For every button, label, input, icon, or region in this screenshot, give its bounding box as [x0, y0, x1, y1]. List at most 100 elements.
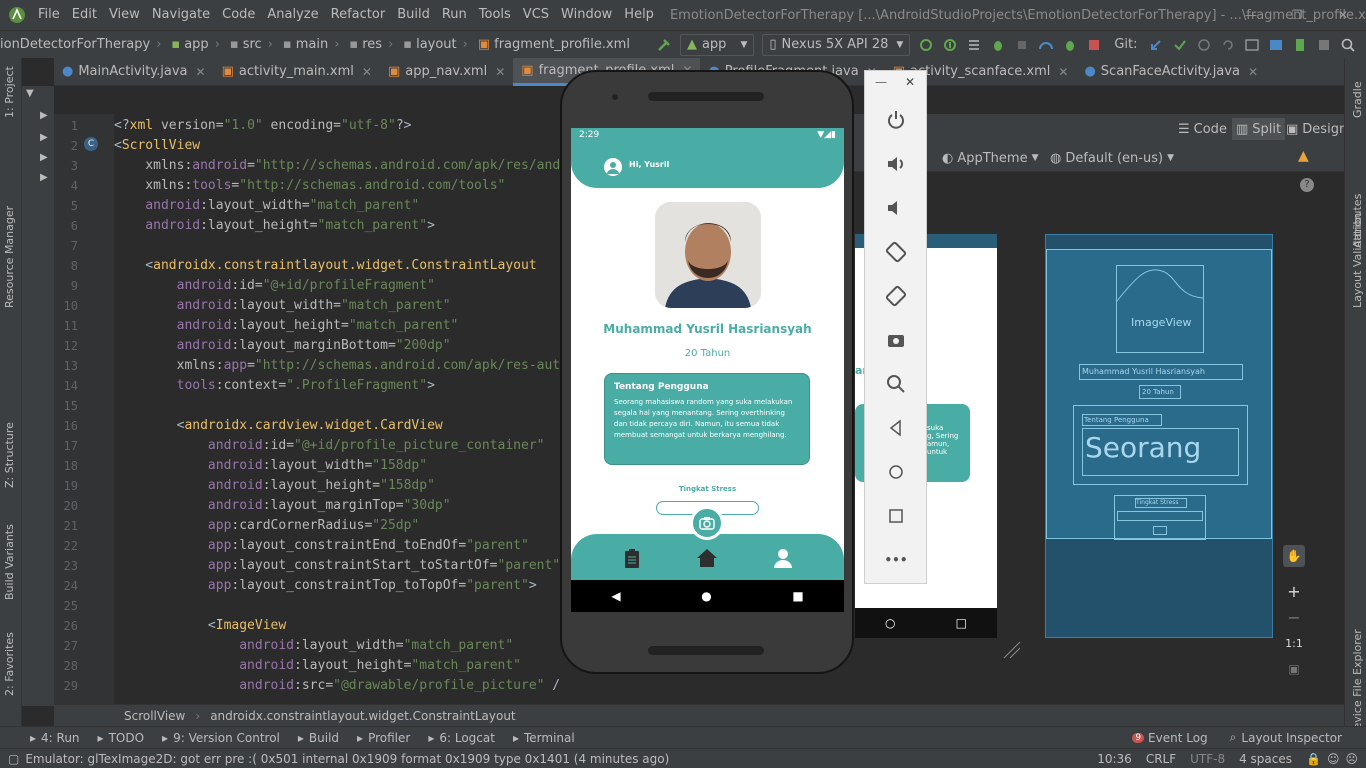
- code-line[interactable]: <?xml version="1.0" encoding="utf-8"?>: [114, 116, 411, 136]
- menu-file[interactable]: File: [32, 0, 66, 30]
- code-line[interactable]: <ScrollView: [114, 136, 200, 156]
- code-line[interactable]: tools:context=".ProfileFragment">: [114, 376, 435, 396]
- indent-setting[interactable]: 4 spaces: [1239, 752, 1292, 766]
- volume-down-icon[interactable]: [881, 193, 911, 223]
- close-window-icon[interactable]: ✕: [1320, 0, 1366, 30]
- code-line[interactable]: xmlns:tools="http://schemas.android.com/…: [114, 176, 505, 196]
- code-line[interactable]: android:layout_height="match_parent": [114, 656, 521, 676]
- sdk-manager-icon[interactable]: [1265, 34, 1287, 56]
- layout-validation-tool-label[interactable]: Layout Validation: [1351, 213, 1364, 308]
- breadcrumb-module[interactable]: ▪ app ›: [171, 37, 226, 52]
- sync-icon[interactable]: [963, 34, 985, 56]
- power-icon[interactable]: [881, 105, 911, 135]
- menu-run[interactable]: Run: [436, 0, 473, 30]
- locale-select[interactable]: ◍ Default (en-us) ▼: [1050, 148, 1174, 168]
- attach-icon[interactable]: [1059, 34, 1081, 56]
- git-revert-icon[interactable]: [1217, 34, 1239, 56]
- code-line[interactable]: android:id="@+id/profileFragment": [114, 276, 435, 296]
- volume-up-icon[interactable]: [881, 149, 911, 179]
- tool-window-build[interactable]: ▸ Build: [298, 731, 339, 745]
- zoom-out-icon[interactable]: −: [1283, 606, 1305, 628]
- breadcrumb-res[interactable]: ▪ res ›: [349, 37, 399, 52]
- menu-refactor[interactable]: Refactor: [325, 0, 392, 30]
- split-mode-button[interactable]: ▥ Split: [1232, 118, 1286, 140]
- tree-arrow-icon[interactable]: ▶: [40, 152, 48, 163]
- device-select[interactable]: ▯ Nexus 5X API 28 ▼: [762, 33, 911, 56]
- code-line[interactable]: android:layout_width="match_parent": [114, 196, 419, 216]
- zoom-icon[interactable]: [881, 369, 911, 399]
- code-line[interactable]: android:layout_width="158dp": [114, 456, 427, 476]
- tool-window-profiler[interactable]: ▸ Profiler: [357, 731, 410, 745]
- profile-icon[interactable]: [1035, 34, 1057, 56]
- device-file-explorer-tool-label[interactable]: Device File Explorer: [1351, 629, 1364, 738]
- layout-inspector-button[interactable]: ⌕ Layout Inspector: [1230, 730, 1342, 745]
- breadcrumb-constraintlayout[interactable]: androidx.constraintlayout.widget.Constra…: [210, 709, 515, 723]
- lock-icon[interactable]: 🔒: [1306, 752, 1321, 766]
- device-manager-icon[interactable]: [1313, 34, 1335, 56]
- breadcrumb-project[interactable]: ionDetectorForTherapy ›: [0, 37, 167, 52]
- code-line[interactable]: android:layout_height="match_parent": [114, 316, 459, 336]
- debug-icon[interactable]: [987, 34, 1009, 56]
- back-icon[interactable]: [881, 413, 911, 443]
- menu-edit[interactable]: Edit: [66, 0, 103, 30]
- project-tool-label[interactable]: 1: Project: [3, 66, 16, 118]
- close-tab-icon[interactable]: ✕: [196, 65, 206, 79]
- attach-debugger-icon[interactable]: [1011, 34, 1033, 56]
- tool-window-todo[interactable]: ▸ TODO: [98, 731, 145, 745]
- breadcrumb-src[interactable]: ▪ src ›: [230, 37, 279, 52]
- close-tab-icon[interactable]: ✕: [495, 65, 505, 79]
- theme-select[interactable]: ◐ AppTheme ▼: [942, 148, 1039, 168]
- tree-arrow-icon[interactable]: ▶: [40, 110, 48, 121]
- code-line[interactable]: xmlns:android="http://schemas.android.co…: [114, 156, 560, 176]
- code-line[interactable]: app:layout_constraintStart_toStartOf="pa…: [114, 556, 560, 576]
- code-line[interactable]: <ImageView: [114, 616, 286, 636]
- close-tab-icon[interactable]: ✕: [1058, 65, 1068, 79]
- build-variants-tool-label[interactable]: Build Variants: [3, 524, 16, 600]
- file-encoding[interactable]: UTF-8: [1190, 752, 1225, 766]
- tab-app-nav-xml[interactable]: ▣ app_nav.xml ✕: [380, 58, 513, 86]
- code-line[interactable]: android:layout_marginTop="30dp": [114, 496, 451, 516]
- menu-window[interactable]: Window: [555, 0, 618, 30]
- code-line[interactable]: app:cardCornerRadius="25dp": [114, 516, 419, 536]
- code-line[interactable]: <androidx.constraintlayout.widget.Constr…: [114, 256, 536, 276]
- apply-changes-icon[interactable]: [915, 34, 937, 56]
- menu-analyze[interactable]: Analyze: [261, 0, 324, 30]
- back-nav-icon[interactable]: ◀: [611, 589, 620, 603]
- breadcrumb-main[interactable]: ▪ main ›: [283, 37, 346, 52]
- breadcrumb-layout[interactable]: ▪ layout ›: [403, 37, 474, 52]
- close-tab-icon[interactable]: ✕: [362, 65, 372, 79]
- gradle-tool-label[interactable]: Gradle: [1351, 81, 1364, 118]
- status-toggle-icon[interactable]: ▢: [8, 752, 19, 766]
- maximize-icon[interactable]: ❐: [1274, 0, 1320, 30]
- event-log-button[interactable]: 9 Event Log: [1132, 731, 1208, 745]
- clipboard-nav-icon[interactable]: [621, 548, 643, 570]
- home-circle-icon[interactable]: ●: [701, 589, 711, 603]
- zoom-to-fit-icon[interactable]: ▣: [1283, 658, 1305, 680]
- resize-handle-icon[interactable]: [1002, 640, 1022, 660]
- line-separator[interactable]: CRLF: [1146, 752, 1176, 766]
- profile-nav-icon[interactable]: [771, 546, 795, 570]
- help-icon[interactable]: ?: [1300, 178, 1314, 192]
- code-line[interactable]: android:layout_height="match_parent">: [114, 216, 435, 236]
- tool-window-6-logcat[interactable]: ▸ 6: Logcat: [428, 731, 495, 745]
- code-line[interactable]: android:layout_width="match_parent": [114, 636, 513, 656]
- screenshot-camera-icon[interactable]: [881, 325, 911, 355]
- tab-activity-main-xml[interactable]: ▣ activity_main.xml ✕: [214, 58, 380, 86]
- breadcrumb-file[interactable]: ▣ fragment_profile.xml: [478, 37, 630, 52]
- resource-manager-tool-label[interactable]: Resource Manager: [3, 206, 16, 308]
- tool-window-terminal[interactable]: ▸ Terminal: [513, 731, 575, 745]
- close-tab-icon[interactable]: ✕: [1248, 65, 1258, 79]
- apply-code-changes-icon[interactable]: [939, 34, 961, 56]
- hammer-icon[interactable]: [653, 34, 675, 56]
- tab-scanfaceactivity-java[interactable]: ● ScanFaceActivity.java ✕: [1076, 58, 1266, 86]
- run-config-select[interactable]: ▲ app ▼: [679, 33, 755, 56]
- status-message[interactable]: Emulator: glTexImage2D: got err pre :( 0…: [25, 752, 669, 766]
- tool-window-9-version-control[interactable]: ▸ 9: Version Control: [162, 731, 280, 745]
- menu-help[interactable]: Help: [618, 0, 660, 30]
- scan-face-fab[interactable]: [690, 506, 724, 540]
- minimize-icon[interactable]: —: [1228, 0, 1274, 30]
- class-gutter-icon[interactable]: C: [84, 137, 98, 151]
- expand-arrow-icon[interactable]: ▼: [26, 88, 34, 99]
- design-mode-button[interactable]: ▣ Design: [1286, 118, 1347, 140]
- blueprint-view[interactable]: ImageView Muhammad Yusril Hasriansyah 20…: [1045, 234, 1273, 638]
